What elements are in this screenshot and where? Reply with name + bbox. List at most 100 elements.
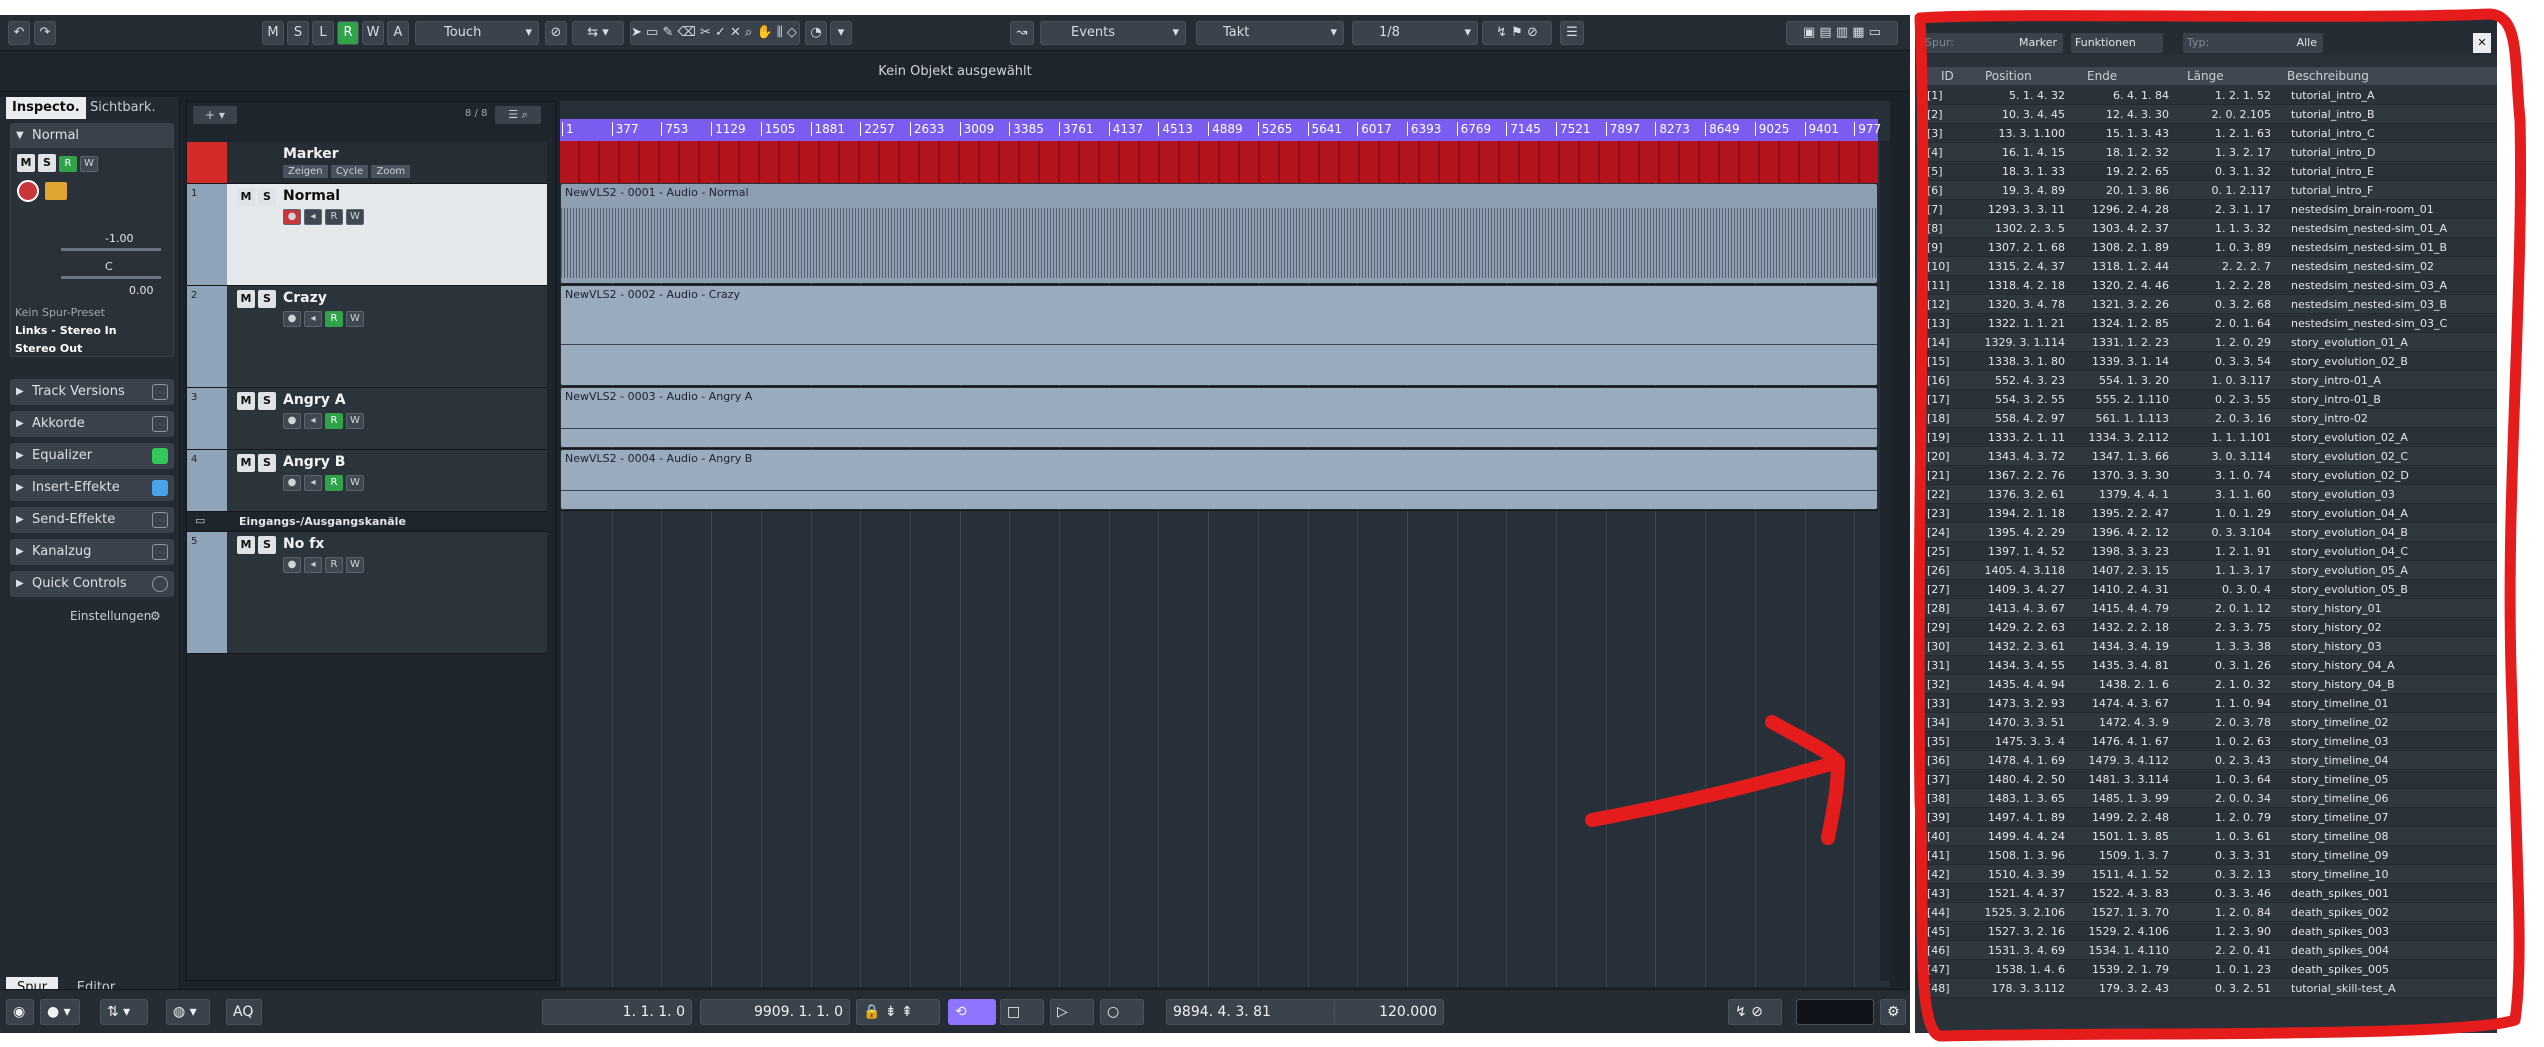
solo-button[interactable]: S — [258, 536, 276, 554]
pan-slider[interactable] — [61, 276, 161, 279]
quantize-tools[interactable]: ↯ ⚑ ⊘ — [1482, 21, 1552, 45]
marker-row[interactable]: [14] 1329. 3. 1.114 1331. 1. 2. 23 1. 2. 0.… — [1921, 333, 2497, 352]
lane-angry-b[interactable]: NewVLS2 - 0004 - Audio - Angry B — [560, 449, 1878, 511]
marker-row[interactable]: [42] 1510. 4. 3. 39 1511. 4. 1. 52 0. 3. 2.… — [1921, 865, 2497, 884]
window-layout-buttons[interactable]: ▣ ▤ ▥ ▦ ▭ — [1786, 21, 1898, 45]
audio-event-angry-a[interactable]: NewVLS2 - 0003 - Audio - Angry A — [561, 388, 1877, 447]
solo-button[interactable]: S — [258, 454, 276, 472]
marker-row[interactable]: [35] 1475. 3. 3. 4 1476. 4. 1. 67 1. 0. 2. … — [1921, 732, 2497, 751]
record-enable-button[interactable]: ● — [283, 311, 301, 327]
mute-button[interactable]: M — [237, 536, 255, 554]
lock-icon[interactable]: 🔒 ⇟ ⇞ — [856, 999, 940, 1025]
read-button[interactable]: R — [325, 311, 343, 327]
panel-quick-controls[interactable]: ▶ Quick Controls — [10, 571, 174, 597]
solo-button[interactable]: S — [258, 290, 276, 308]
read-automation-button[interactable]: R — [337, 21, 359, 45]
marker-row[interactable]: [33] 1473. 3. 2. 93 1474. 4. 3. 67 1. 1. 0.… — [1921, 694, 2497, 713]
show-button[interactable]: Zeigen — [283, 165, 328, 178]
marker-row[interactable]: [37] 1480. 4. 2. 50 1481. 3. 3.114 1. 0. 3.… — [1921, 770, 2497, 789]
panel-equalizer[interactable]: ▶ Equalizer — [10, 443, 174, 469]
read-button[interactable]: R — [59, 156, 77, 172]
auto-scroll-icon[interactable]: ⊘ — [545, 21, 567, 45]
marker-row[interactable]: [5] 18. 3. 1. 33 19. 2. 2. 65 0. 3. 1. 32 tu… — [1921, 162, 2497, 181]
monitor-button[interactable]: ◂ — [304, 311, 322, 327]
marker-row[interactable]: [40] 1499. 4. 4. 24 1501. 1. 3. 85 1. 0. 3.… — [1921, 827, 2497, 846]
left-locator[interactable]: 1. 1. 1. 0 — [542, 999, 692, 1025]
marker-row[interactable]: [22] 1376. 3. 2. 61 1379. 4. 4. 1 3. 1. 1. … — [1921, 485, 2497, 504]
marker-row[interactable]: [15] 1338. 3. 1. 80 1339. 3. 1. 14 0. 3. 3.… — [1921, 352, 2497, 371]
cycle-button[interactable]: Cycle — [330, 165, 369, 178]
marker-row[interactable]: [32] 1435. 4. 4. 94 1438. 2. 1. 6 2. 1. 0. … — [1921, 675, 2497, 694]
read-button[interactable]: R — [325, 209, 343, 225]
snap-type-select[interactable]: Events ▾ — [1040, 21, 1186, 45]
marker-row[interactable]: [31] 1434. 3. 4. 55 1435. 3. 4. 81 0. 3. 1.… — [1921, 656, 2497, 675]
automation-mode-select[interactable]: Touch ▾ — [415, 21, 539, 45]
track-normal[interactable]: 1 MS Normal ● ◂ R W — [187, 184, 547, 286]
lane-crazy[interactable]: NewVLS2 - 0002 - Audio - Crazy — [560, 285, 1878, 387]
automation-panel-button[interactable]: A — [387, 21, 409, 45]
marker-row[interactable]: [24] 1395. 4. 2. 29 1396. 4. 2. 12 0. 3. 3.… — [1921, 523, 2497, 542]
color-icon[interactable]: ▾ — [830, 21, 852, 45]
panel-inserts[interactable]: ▶ Insert-Effekte — [10, 475, 174, 501]
header-end[interactable]: Ende — [2087, 67, 2117, 85]
write-automation-button[interactable]: W — [362, 21, 384, 45]
write-button[interactable]: W — [346, 475, 364, 491]
type-select[interactable]: Typ: Alle — [2183, 33, 2323, 53]
mute-button[interactable]: M — [237, 188, 255, 206]
marker-row[interactable]: [28] 1413. 4. 3. 67 1415. 4. 4. 79 2. 0. 1.… — [1921, 599, 2497, 618]
marker-row[interactable]: [30] 1432. 2. 3. 61 1434. 3. 4. 19 1. 3. 3.… — [1921, 637, 2497, 656]
marker-row[interactable]: [2] 10. 3. 4. 45 12. 4. 3. 30 2. 0. 2.105 tu… — [1921, 105, 2497, 124]
monitor-button[interactable]: ◂ — [304, 475, 322, 491]
marker-row[interactable]: [20] 1343. 4. 3. 72 1347. 1. 3. 66 3. 0. 3.… — [1921, 447, 2497, 466]
tool-buttons[interactable]: ➤ ▭ ✎ ⌫ ✂ ✓ ✕ ⌕ ✋ ⫼ ◇ ⟳ — [630, 21, 800, 45]
marker-row[interactable]: [6] 19. 3. 4. 89 20. 1. 3. 86 0. 1. 2.117 tu… — [1921, 181, 2497, 200]
record-enable-button[interactable]: ● — [283, 413, 301, 429]
monitor-button[interactable] — [45, 182, 67, 200]
mute-button[interactable]: M — [237, 392, 255, 410]
input-routing[interactable]: Links - Stereo In — [15, 324, 169, 337]
marker-row[interactable]: [17] 554. 3. 2. 55 555. 2. 1.110 0. 2. 3. 5… — [1921, 390, 2497, 409]
lane-normal[interactable]: NewVLS2 - 0001 - Audio - Normal — [560, 183, 1878, 285]
tab-inspector[interactable]: Inspecto. — [6, 97, 86, 119]
tab-visibility[interactable]: Sichtbark. — [84, 97, 162, 119]
volume-fader[interactable] — [61, 248, 161, 251]
inspector-track-header[interactable]: ▼ Normal — [10, 123, 174, 149]
marker-row[interactable]: [21] 1367. 2. 2. 76 1370. 3. 3. 30 3. 1. 0.… — [1921, 466, 2497, 485]
header-id[interactable]: ID — [1941, 67, 1954, 85]
marker-row[interactable]: [25] 1397. 1. 4. 52 1398. 3. 3. 23 1. 2. 1.… — [1921, 542, 2497, 561]
nudge-icon[interactable]: ⇆ ▾ — [572, 21, 624, 45]
marker-row[interactable]: [13] 1322. 1. 1. 21 1324. 1. 2. 85 2. 0. 1.… — [1921, 314, 2497, 333]
header-position[interactable]: Position — [1985, 67, 2032, 85]
marker-row[interactable]: [34] 1470. 3. 3. 51 1472. 4. 3. 9 2. 0. 3. … — [1921, 713, 2497, 732]
speaker-icon[interactable]: ◔ — [805, 21, 827, 45]
read-button[interactable]: R — [325, 413, 343, 429]
marker-row[interactable]: [26] 1405. 4. 3.118 1407. 2. 3. 15 1. 1. 3.… — [1921, 561, 2497, 580]
output-routing[interactable]: Stereo Out — [15, 342, 169, 355]
sync-icon[interactable]: ↯ ⊘ — [1728, 999, 1782, 1025]
settings-link[interactable]: Einstellungen — [70, 609, 151, 623]
record-button[interactable]: ○ — [1100, 999, 1144, 1025]
search-icon[interactable]: ☰ ⌕ — [495, 106, 541, 124]
marker-events[interactable] — [560, 141, 1878, 183]
record-mode-icon[interactable]: ● ▾ — [40, 999, 80, 1025]
monitor-button[interactable]: ◂ — [304, 209, 322, 225]
marker-row[interactable]: [16] 552. 4. 3. 23 554. 1. 3. 20 1. 0. 3.11… — [1921, 371, 2497, 390]
marker-row[interactable]: [23] 1394. 2. 1. 18 1395. 2. 2. 47 1. 0. 1.… — [1921, 504, 2497, 523]
write-button[interactable]: W — [346, 311, 364, 327]
record-enable-button[interactable] — [17, 180, 39, 202]
marker-row[interactable]: [18] 558. 4. 2. 97 561. 1. 1.113 2. 0. 3. 1… — [1921, 409, 2497, 428]
audio-event-normal[interactable]: NewVLS2 - 0001 - Audio - Normal — [561, 184, 1877, 283]
write-button[interactable]: W — [346, 209, 364, 225]
zoom-button[interactable]: Zoom — [371, 165, 411, 178]
lane-angry-a[interactable]: NewVLS2 - 0003 - Audio - Angry A — [560, 387, 1878, 449]
marker-row[interactable]: [48] 178. 3. 3.112 179. 3. 2. 43 0. 3. 2. 5… — [1921, 979, 2497, 998]
solo-button[interactable]: S — [258, 392, 276, 410]
undo-icon[interactable]: ↶ — [8, 21, 30, 45]
cycle-button[interactable]: ⟲ — [948, 999, 996, 1025]
close-icon[interactable]: ✕ — [2473, 33, 2491, 53]
marker-row[interactable]: [3] 13. 3. 1.100 15. 1. 3. 43 1. 2. 1. 63 tu… — [1921, 124, 2497, 143]
gear-icon[interactable]: ⚙ — [150, 609, 161, 623]
solo-button[interactable]: S — [38, 154, 56, 172]
mute-button[interactable]: M — [17, 154, 35, 172]
panel-chords[interactable]: ▶ Akkorde — [10, 411, 174, 437]
